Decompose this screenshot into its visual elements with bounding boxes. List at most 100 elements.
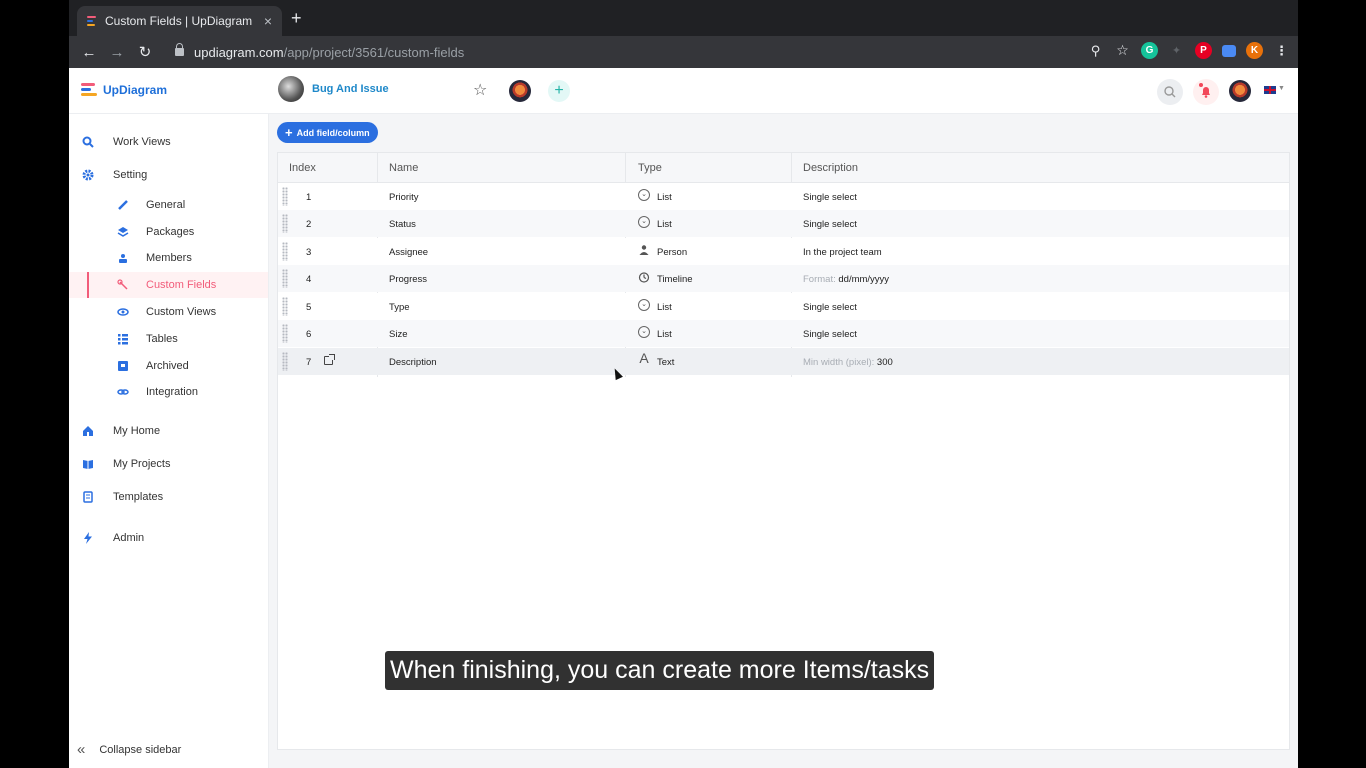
- sidebar-item-setting[interactable]: Setting: [69, 162, 268, 188]
- tab-close-icon[interactable]: ×: [264, 13, 272, 29]
- profile-avatar[interactable]: K: [1246, 42, 1263, 59]
- row-type[interactable]: Timeline: [657, 274, 693, 285]
- drag-handle-icon[interactable]: [282, 242, 288, 261]
- sidebar-item-tables[interactable]: Tables: [69, 326, 268, 352]
- sidebar-item-custom-fields[interactable]: Custom Fields: [69, 272, 268, 298]
- description-value: 300: [876, 357, 893, 368]
- drag-handle-icon[interactable]: [282, 297, 288, 316]
- sidebar-item-admin[interactable]: Admin: [69, 525, 268, 551]
- video-caption: When finishing, you can create more Item…: [385, 651, 935, 690]
- active-indicator: [87, 272, 89, 298]
- column-header-name[interactable]: Name: [389, 162, 418, 174]
- table-row[interactable]: 2 Status ⌄ List Single select: [278, 210, 1289, 237]
- add-field-label: Add field/column: [296, 127, 370, 138]
- sidebar-item-custom-views[interactable]: Custom Views: [69, 299, 268, 325]
- browser-tabbar: Custom Fields | UpDiagram × +: [69, 0, 1298, 36]
- plus-icon: +: [285, 125, 293, 140]
- row-index: 5: [306, 302, 312, 313]
- sidebar-item-work-views[interactable]: Work Views: [69, 129, 268, 155]
- table-row[interactable]: 3 Assignee Person In the project team: [278, 238, 1289, 265]
- add-member-button[interactable]: +: [548, 80, 570, 102]
- forward-arrow-icon[interactable]: →: [103, 44, 131, 61]
- sidebar-item-label: Integration: [146, 386, 198, 398]
- sidebar-item-label: Custom Views: [146, 306, 217, 318]
- menu-dots-icon[interactable]: ⋮: [1273, 42, 1290, 59]
- sidebar-item-archived[interactable]: Archived: [69, 353, 268, 379]
- zoom-icon[interactable]: ⚲: [1087, 42, 1104, 59]
- search-icon: [82, 136, 94, 148]
- address-bar[interactable]: updiagram.com/app/project/3561/custom-fi…: [167, 40, 1107, 64]
- add-field-button[interactable]: + Add field/column: [277, 122, 378, 143]
- app-header: UpDiagram Bug And Issue ☆ + ▼: [69, 68, 1298, 114]
- row-name[interactable]: Status: [389, 219, 416, 230]
- app-logo[interactable]: UpDiagram: [81, 82, 167, 98]
- table-row[interactable]: 4 Progress Timeline Format: dd/mm/yyyy: [278, 265, 1289, 292]
- pinterest-icon[interactable]: P: [1195, 42, 1212, 59]
- list-icon: ⌄: [638, 189, 650, 201]
- sidebar-item-members[interactable]: Members: [69, 245, 268, 271]
- drag-handle-icon[interactable]: [282, 352, 288, 371]
- updiagram-logo-icon: [81, 82, 99, 98]
- row-name[interactable]: Assignee: [389, 247, 428, 258]
- sidebar-item-integration[interactable]: Integration: [69, 379, 268, 405]
- search-icon[interactable]: [1157, 79, 1183, 105]
- table-header: Index Name Type Description: [278, 153, 1289, 183]
- chevron-down-icon[interactable]: ▼: [1278, 85, 1285, 92]
- row-name[interactable]: Priority: [389, 192, 419, 203]
- new-tab-button[interactable]: +: [291, 9, 302, 27]
- drag-handle-icon[interactable]: [282, 269, 288, 288]
- row-name[interactable]: Size: [389, 329, 407, 340]
- sidebar-item-templates[interactable]: Templates: [69, 484, 268, 510]
- sidebar-item-packages[interactable]: Packages: [69, 219, 268, 245]
- sidebar-item-my-home[interactable]: My Home: [69, 418, 268, 444]
- browser-tab[interactable]: Custom Fields | UpDiagram ×: [77, 6, 282, 36]
- row-type[interactable]: Person: [657, 247, 687, 258]
- row-type[interactable]: List: [657, 219, 672, 230]
- description-value: dd/mm/yyyy: [838, 274, 890, 285]
- row-description: In the project team: [803, 247, 882, 258]
- sidebar-item-label: Setting: [113, 169, 148, 181]
- bookmark-star-icon[interactable]: ☆: [1114, 42, 1131, 59]
- row-type[interactable]: List: [657, 192, 672, 203]
- screen-capture-icon[interactable]: [1222, 44, 1236, 57]
- drag-handle-icon[interactable]: [282, 214, 288, 233]
- sidebar-item-my-projects[interactable]: My Projects: [69, 451, 268, 477]
- table-row[interactable]: 1 Priority ⌄ List Single select: [278, 183, 1289, 210]
- row-type[interactable]: Text: [657, 357, 674, 368]
- project-switcher[interactable]: Bug And Issue: [278, 76, 389, 102]
- sidebar-item-label: Work Views: [113, 136, 171, 148]
- sidebar-item-general[interactable]: General: [69, 192, 268, 218]
- extension-icon[interactable]: ✦: [1168, 42, 1185, 59]
- reload-icon[interactable]: ↻: [131, 43, 159, 61]
- open-external-icon[interactable]: [324, 354, 335, 365]
- collapse-sidebar-button[interactable]: « Collapse sidebar: [77, 741, 181, 758]
- row-type[interactable]: List: [657, 329, 672, 340]
- user-avatar[interactable]: [1229, 80, 1251, 102]
- row-name[interactable]: Description: [389, 357, 437, 368]
- template-icon: [82, 491, 94, 503]
- description-prefix: Format:: [803, 274, 836, 285]
- favorite-star-icon[interactable]: ☆: [473, 80, 487, 100]
- column-header-type[interactable]: Type: [638, 162, 662, 174]
- table-row[interactable]: 7 Description A Text Min width (pixel): …: [278, 348, 1289, 375]
- table-row[interactable]: 6 Size ⌄ List Single select: [278, 320, 1289, 347]
- person-icon: [638, 244, 650, 256]
- collapse-sidebar-label: Collapse sidebar: [99, 743, 182, 756]
- row-index: 2: [306, 219, 312, 230]
- grammarly-icon[interactable]: G: [1141, 42, 1158, 59]
- row-name[interactable]: Type: [389, 302, 410, 313]
- drag-handle-icon[interactable]: [282, 324, 288, 343]
- back-arrow-icon[interactable]: ←: [75, 44, 103, 61]
- sidebar: Work Views Setting General Packages Memb…: [69, 114, 269, 768]
- column-header-description[interactable]: Description: [803, 162, 858, 174]
- sidebar-item-label: Admin: [113, 532, 145, 544]
- drag-handle-icon[interactable]: [282, 187, 288, 206]
- notification-bell-icon[interactable]: [1193, 79, 1219, 105]
- table-row[interactable]: 5 Type ⌄ List Single select: [278, 293, 1289, 320]
- row-name[interactable]: Progress: [389, 274, 427, 285]
- column-header-index[interactable]: Index: [289, 162, 316, 174]
- sidebar-item-label: General: [146, 199, 186, 211]
- language-flag-icon[interactable]: [1264, 86, 1276, 94]
- row-type[interactable]: List: [657, 302, 672, 313]
- member-avatar[interactable]: [509, 80, 531, 102]
